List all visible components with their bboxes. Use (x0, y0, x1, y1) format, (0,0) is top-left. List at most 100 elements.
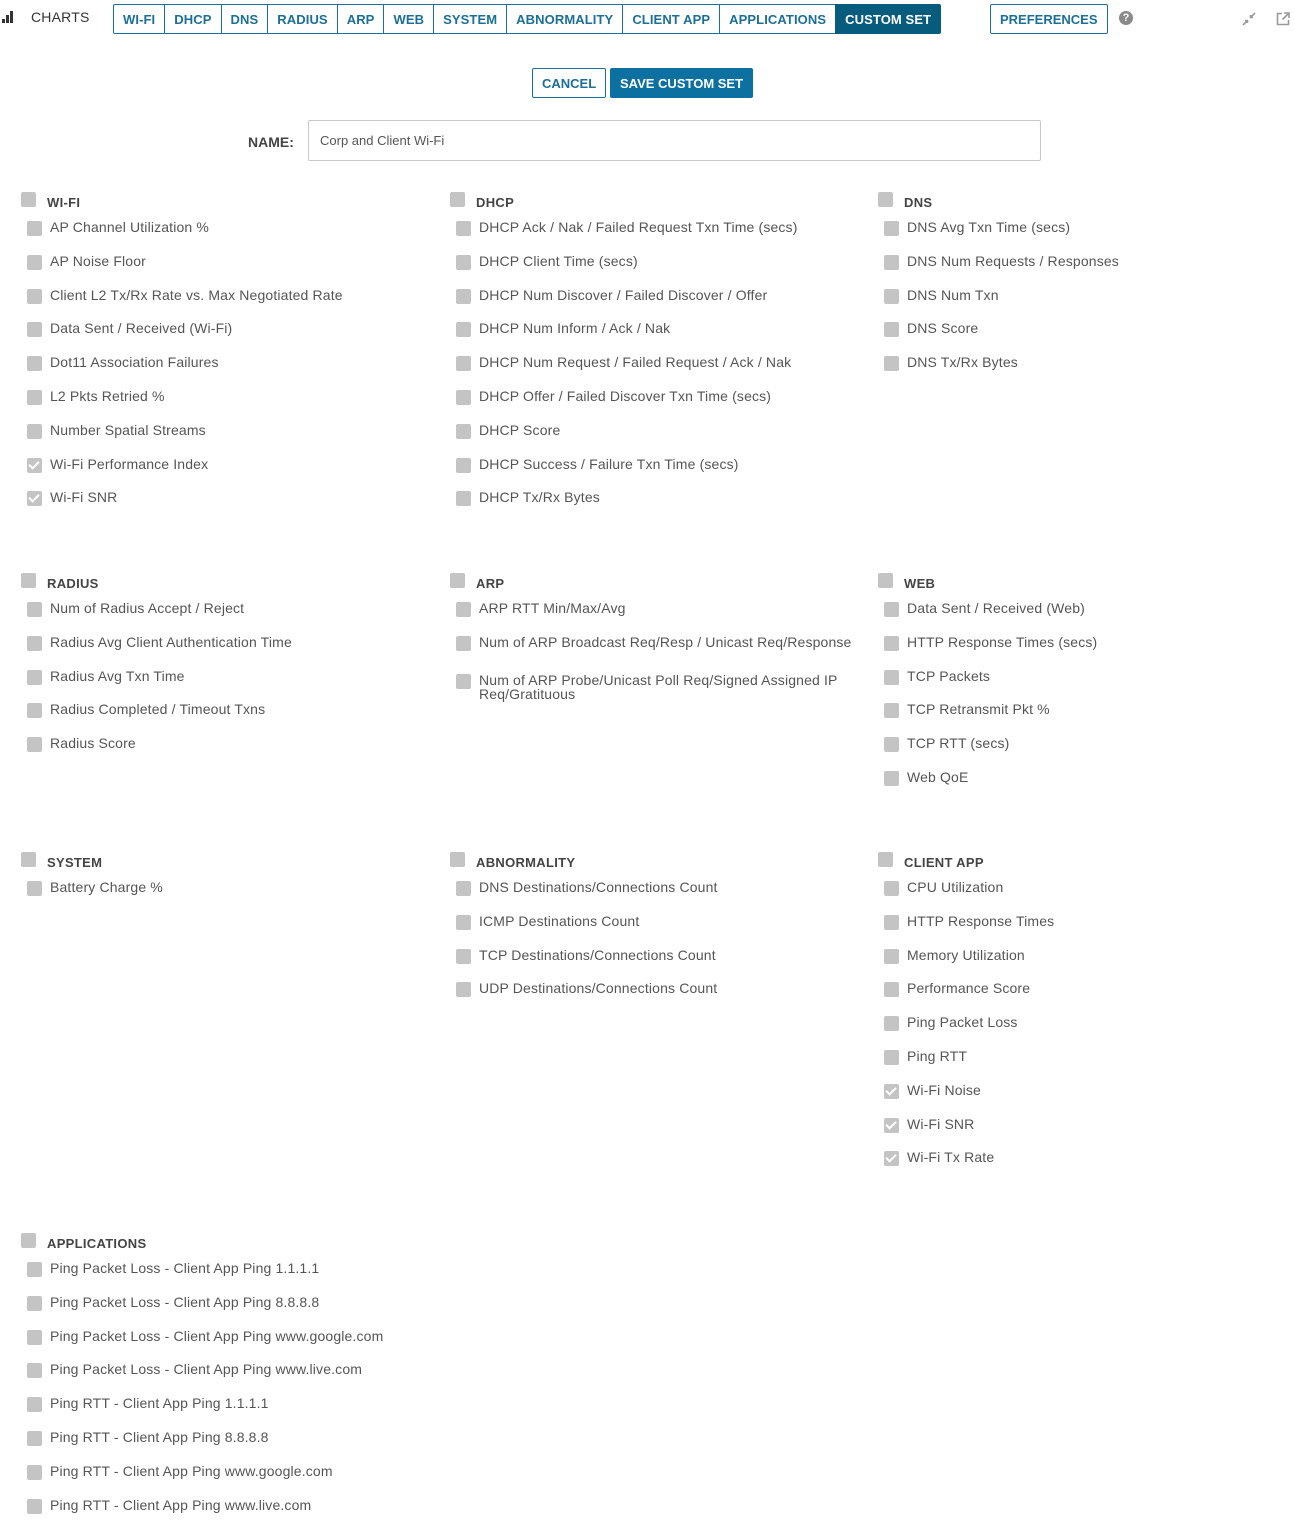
chart-option[interactable]: UDP Destinations/Connections Count (447, 981, 867, 1015)
checkbox[interactable] (884, 1016, 899, 1032)
select-all-checkbox[interactable] (878, 191, 893, 207)
checkbox[interactable] (884, 914, 899, 930)
checkbox[interactable] (27, 423, 42, 439)
checkbox[interactable] (27, 1430, 42, 1446)
checkbox[interactable] (456, 221, 471, 236)
checkbox[interactable] (884, 982, 899, 998)
chart-option[interactable]: Ping Packet Loss (875, 1015, 1295, 1049)
tab-applications[interactable]: APPLICATIONS (719, 4, 837, 34)
checkbox[interactable] (27, 288, 42, 304)
checkbox-checked[interactable] (884, 1151, 899, 1167)
tab-custom-set[interactable]: CUSTOM SET (835, 4, 942, 34)
collapse-icon[interactable] (1241, 11, 1257, 27)
chart-option[interactable]: DNS Num Txn (875, 288, 1295, 322)
chart-option[interactable]: DHCP Offer / Failed Discover Txn Time (s… (447, 389, 867, 423)
checkbox[interactable] (27, 602, 42, 617)
chart-option[interactable]: TCP Destinations/Connections Count (447, 948, 867, 982)
checkbox[interactable] (456, 948, 471, 964)
tab-system[interactable]: SYSTEM (433, 4, 508, 34)
select-all-checkbox[interactable] (878, 851, 893, 867)
checkbox[interactable] (27, 703, 42, 719)
tab-dhcp[interactable]: DHCP (164, 4, 222, 34)
checkbox[interactable] (456, 982, 471, 998)
chart-option[interactable]: Ping Packet Loss - Client App Ping 8.8.8… (18, 1295, 438, 1329)
checkbox[interactable] (456, 288, 471, 304)
chart-option[interactable]: Num of ARP Probe/Unicast Poll Req/Signed… (447, 673, 867, 711)
chart-option[interactable]: ICMP Destinations Count (447, 914, 867, 948)
chart-option[interactable]: DHCP Client Time (secs) (447, 254, 867, 288)
chart-option[interactable]: Wi-Fi Tx Rate (875, 1150, 1295, 1184)
checkbox[interactable] (27, 669, 42, 685)
tab-wifi[interactable]: WI-FI (113, 4, 166, 34)
select-all-checkbox[interactable] (21, 1232, 36, 1248)
chart-option[interactable]: Client L2 Tx/Rx Rate vs. Max Negotiated … (18, 288, 438, 322)
tab-radius[interactable]: RADIUS (267, 4, 338, 34)
chart-option[interactable]: Wi-Fi SNR (18, 490, 438, 524)
chart-option[interactable]: TCP Packets (875, 669, 1295, 703)
chart-option[interactable]: Ping RTT (875, 1049, 1295, 1083)
chart-option[interactable]: TCP Retransmit Pkt % (875, 702, 1295, 736)
chart-option[interactable]: Dot11 Association Failures (18, 355, 438, 389)
checkbox[interactable] (27, 737, 42, 753)
chart-option[interactable]: Radius Avg Txn Time (18, 669, 438, 703)
checkbox[interactable] (884, 322, 899, 338)
chart-option[interactable]: DNS Tx/Rx Bytes (875, 355, 1295, 389)
cancel-button[interactable]: CANCEL (532, 68, 607, 98)
chart-option[interactable]: DNS Destinations/Connections Count (447, 880, 867, 914)
chart-option[interactable]: Ping RTT - Client App Ping www.google.co… (18, 1464, 438, 1498)
checkbox-checked[interactable] (27, 457, 42, 473)
tab-abnormality[interactable]: ABNORMALITY (506, 4, 624, 34)
tab-web[interactable]: WEB (383, 4, 435, 34)
checkbox[interactable] (456, 389, 471, 405)
chart-option[interactable]: L2 Pkts Retried % (18, 389, 438, 423)
checkbox[interactable] (884, 356, 899, 372)
chart-option[interactable]: Wi-Fi SNR (875, 1117, 1295, 1151)
checkbox[interactable] (884, 669, 899, 685)
preferences-button[interactable]: PREFERENCES (990, 4, 1108, 34)
chart-option[interactable]: Battery Charge % (18, 880, 438, 914)
checkbox[interactable] (456, 254, 471, 270)
popout-icon[interactable] (1275, 11, 1291, 27)
chart-option[interactable]: DHCP Ack / Nak / Failed Request Txn Time… (447, 220, 867, 254)
checkbox-checked[interactable] (884, 1083, 899, 1099)
checkbox[interactable] (456, 673, 471, 689)
checkbox[interactable] (27, 254, 42, 270)
select-all-checkbox[interactable] (450, 572, 465, 588)
checkbox[interactable] (27, 1464, 42, 1480)
chart-option[interactable]: AP Noise Floor (18, 254, 438, 288)
checkbox[interactable] (884, 635, 899, 651)
select-all-checkbox[interactable] (450, 851, 465, 867)
checkbox[interactable] (884, 288, 899, 304)
checkbox[interactable] (456, 491, 471, 507)
checkbox[interactable] (456, 356, 471, 372)
chart-option[interactable]: DHCP Num Request / Failed Request / Ack … (447, 355, 867, 389)
checkbox[interactable] (884, 770, 899, 786)
chart-option[interactable]: Ping RTT - Client App Ping 8.8.8.8 (18, 1430, 438, 1464)
chart-option[interactable]: HTTP Response Times (secs) (875, 635, 1295, 669)
checkbox[interactable] (27, 389, 42, 405)
checkbox[interactable] (27, 635, 42, 651)
chart-option[interactable]: Num of Radius Accept / Reject (18, 601, 438, 635)
checkbox[interactable] (27, 1397, 42, 1413)
checkbox[interactable] (456, 602, 471, 617)
checkbox-checked[interactable] (27, 491, 42, 507)
chart-option[interactable]: Radius Score (18, 736, 438, 770)
checkbox[interactable] (884, 948, 899, 964)
tab-arp[interactable]: ARP (336, 4, 385, 34)
select-all-checkbox[interactable] (21, 191, 36, 207)
chart-option[interactable]: Number Spatial Streams (18, 423, 438, 457)
chart-option[interactable]: Ping Packet Loss - Client App Ping www.l… (18, 1362, 438, 1396)
help-icon[interactable]: ? (1119, 11, 1133, 25)
chart-option[interactable]: AP Channel Utilization % (18, 220, 438, 254)
checkbox[interactable] (456, 423, 471, 439)
checkbox[interactable] (884, 602, 899, 617)
chart-option[interactable]: DNS Avg Txn Time (secs) (875, 220, 1295, 254)
checkbox[interactable] (456, 457, 471, 473)
tab-client-app[interactable]: CLIENT APP (622, 4, 721, 34)
chart-option[interactable]: Wi-Fi Noise (875, 1083, 1295, 1117)
chart-option[interactable]: HTTP Response Times (875, 914, 1295, 948)
chart-option[interactable]: DHCP Tx/Rx Bytes (447, 490, 867, 524)
chart-option[interactable]: Ping Packet Loss - Client App Ping 1.1.1… (18, 1261, 438, 1295)
checkbox[interactable] (456, 322, 471, 338)
checkbox[interactable] (884, 1049, 899, 1065)
